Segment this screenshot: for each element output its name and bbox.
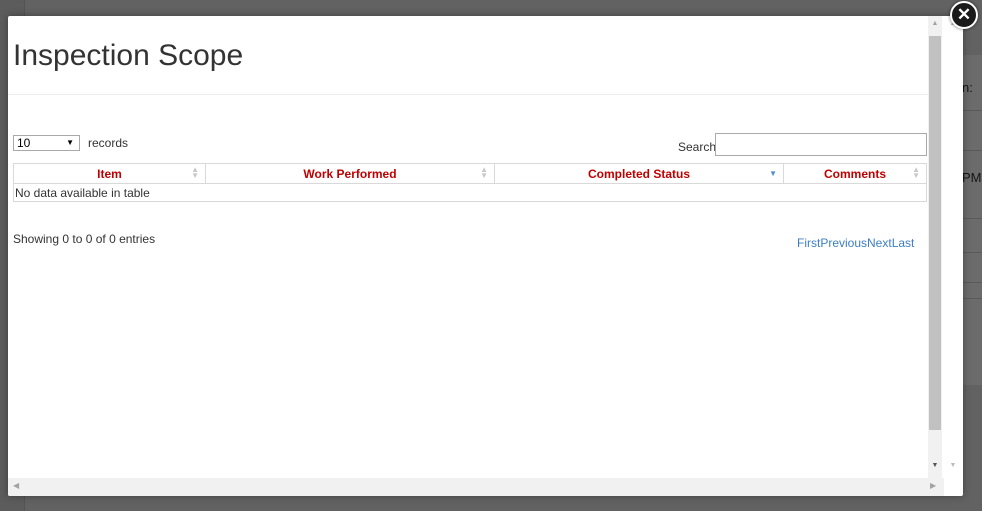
pagination-next-link[interactable]: Next: [867, 236, 892, 250]
dropdown-arrow-icon: ▼: [66, 138, 74, 147]
column-header-work-performed[interactable]: Work Performed ▲ ▼: [205, 163, 495, 184]
pagination-first-link[interactable]: First: [797, 236, 820, 250]
outer-vertical-scrollbar[interactable]: ▲ ▼: [944, 16, 962, 478]
empty-table-message: No data available in table: [13, 183, 927, 202]
column-header-label: Comments: [823, 166, 886, 181]
search-label: Search:: [678, 140, 720, 154]
pagination-previous-link[interactable]: Previous: [820, 236, 867, 250]
vertical-scrollbar-thumb[interactable]: [929, 36, 941, 430]
column-header-comments[interactable]: Comments ▲ ▼: [783, 163, 927, 184]
scroll-up-arrow-icon[interactable]: ▲: [928, 20, 942, 27]
column-header-label: Item: [97, 166, 122, 181]
scroll-down-arrow-icon[interactable]: ▼: [944, 462, 962, 469]
records-per-page-value: 10: [17, 136, 31, 150]
table-info: Showing 0 to 0 of 0 entries: [13, 232, 156, 246]
sort-both-icon: ▲ ▼: [480, 165, 488, 180]
column-header-label: Work Performed: [303, 166, 397, 181]
column-header-completed-status[interactable]: Completed Status ▼: [494, 163, 784, 184]
sort-both-icon: ▲ ▼: [191, 165, 199, 180]
table-header-row: Item ▲ ▼ Work Performed ▲ ▼ Completed Stat…: [13, 163, 927, 184]
column-header-label: Completed Status: [587, 166, 690, 181]
table-row: No data available in table: [13, 183, 927, 202]
vertical-scrollbar[interactable]: ▲ ▼: [928, 16, 942, 478]
pagination: FirstPreviousNextLast: [797, 236, 914, 250]
scroll-right-arrow-icon[interactable]: ▶: [930, 481, 936, 490]
search-input[interactable]: [715, 133, 927, 156]
pagination-last-link[interactable]: Last: [892, 236, 915, 250]
scrollbar-corner: [944, 478, 962, 496]
column-header-item[interactable]: Item ▲ ▼: [13, 163, 206, 184]
sort-descending-icon: ▼: [769, 169, 777, 178]
sort-both-icon: ▲ ▼: [912, 165, 920, 180]
records-label: records: [88, 136, 129, 150]
inspection-scope-modal: Inspection Scope 10 ▼ records Search: It…: [8, 16, 963, 496]
title-divider: [8, 94, 928, 95]
scroll-left-arrow-icon[interactable]: ◀: [13, 481, 19, 490]
close-icon[interactable]: ✕: [950, 1, 978, 29]
horizontal-scrollbar[interactable]: ◀ ▶: [8, 478, 944, 496]
inspection-scope-table: Item ▲ ▼ Work Performed ▲ ▼ Completed Stat…: [13, 163, 927, 202]
modal-title: Inspection Scope: [13, 39, 244, 72]
records-per-page-select[interactable]: 10 ▼: [13, 135, 80, 151]
scroll-down-arrow-icon[interactable]: ▼: [928, 462, 942, 469]
